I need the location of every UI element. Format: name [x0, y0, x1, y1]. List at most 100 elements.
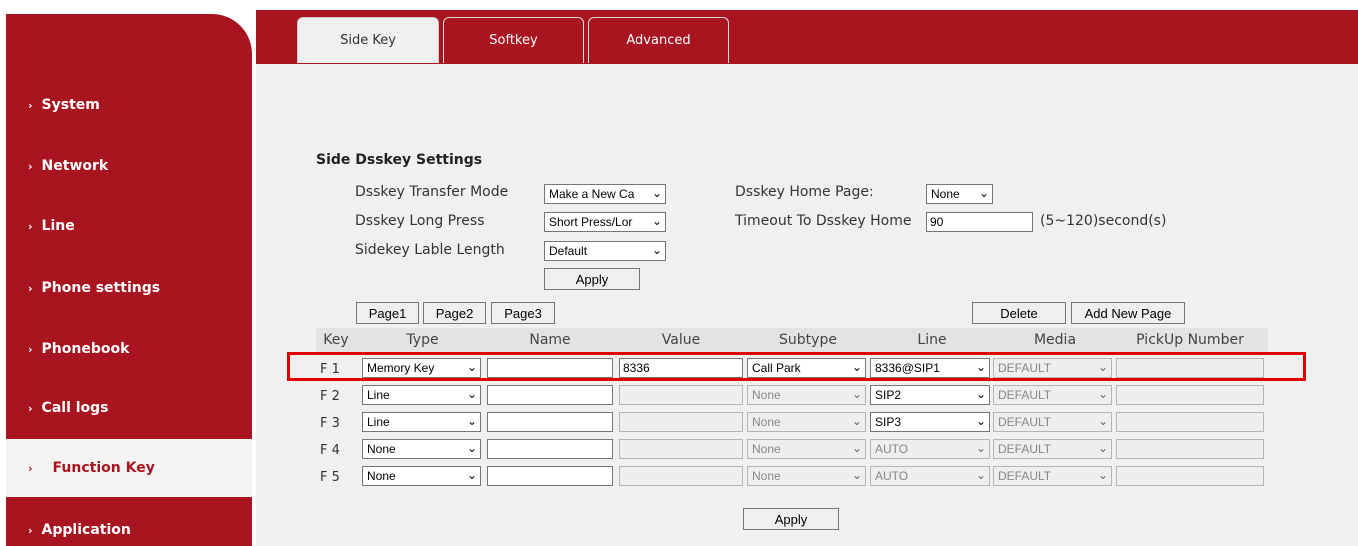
sidebar: › System › Network › Line › Phone settings ›…: [6, 14, 252, 546]
sidebar-item-application[interactable]: › Application: [6, 501, 252, 546]
select-value: None: [367, 442, 396, 456]
line-select[interactable]: SIP2 ⌄: [870, 385, 990, 405]
line-select[interactable]: AUTO ⌄: [870, 466, 990, 486]
type-select[interactable]: None ⌄: [362, 466, 481, 486]
pickup-number-input[interactable]: [1116, 385, 1264, 405]
select-value: AUTO: [875, 442, 909, 456]
section-title: Side Dsskey Settings: [316, 152, 483, 168]
chevron-down-icon: ⌄: [973, 387, 986, 401]
chevron-down-icon: ⌄: [1095, 468, 1108, 482]
value-input[interactable]: [619, 466, 743, 486]
value-input[interactable]: [619, 412, 743, 432]
name-input[interactable]: [487, 466, 613, 486]
chevron-down-icon: ⌄: [464, 387, 477, 401]
tab-label: Side Key: [340, 33, 396, 48]
sidebar-item-label: Line: [41, 218, 75, 234]
delete-page-button[interactable]: Delete: [972, 302, 1066, 324]
select-value: None: [367, 469, 396, 483]
page3-button[interactable]: Page3: [491, 302, 555, 324]
sidebar-item-call-logs[interactable]: › Call logs: [6, 379, 252, 437]
chevron-down-icon: ⌄: [849, 441, 862, 455]
name-input[interactable]: [487, 385, 613, 405]
key-cell: F 4: [320, 443, 340, 458]
chevron-down-icon: ⌄: [464, 468, 477, 482]
chevron-down-icon: ⌄: [1095, 387, 1108, 401]
chevron-down-icon: ⌄: [649, 214, 662, 228]
tab-side-key[interactable]: Side Key: [297, 17, 439, 63]
home-page-select[interactable]: None ⌄: [926, 184, 993, 204]
column-header: Key: [323, 332, 349, 348]
apply-settings-button[interactable]: Apply: [544, 268, 640, 290]
media-select[interactable]: DEFAULT ⌄: [993, 385, 1112, 405]
page1-button[interactable]: Page1: [356, 302, 419, 324]
pickup-number-input[interactable]: [1116, 439, 1264, 459]
subtype-select[interactable]: None ⌄: [747, 439, 866, 459]
chevron-right-icon: ›: [28, 461, 33, 475]
chevron-right-icon: ›: [28, 523, 33, 537]
tab-label: Advanced: [626, 33, 691, 48]
media-select[interactable]: DEFAULT ⌄: [993, 466, 1112, 486]
page2-button[interactable]: Page2: [423, 302, 486, 324]
select-value: Line: [367, 388, 390, 402]
subtype-select[interactable]: None ⌄: [747, 466, 866, 486]
chevron-right-icon: ›: [28, 219, 33, 233]
select-value: None: [931, 187, 960, 201]
chevron-right-icon: ›: [28, 98, 33, 112]
sidebar-item-label: Application: [41, 522, 131, 538]
sidebar-item-function-key[interactable]: › Function Key: [6, 439, 252, 497]
timeout-input[interactable]: 90: [926, 212, 1033, 232]
long-press-select[interactable]: Short Press/Lor ⌄: [544, 212, 666, 232]
select-value: Default: [549, 244, 588, 258]
chevron-down-icon: ⌄: [973, 468, 986, 482]
chevron-down-icon: ⌄: [973, 441, 986, 455]
chevron-down-icon: ⌄: [976, 186, 989, 200]
value-input[interactable]: [619, 385, 743, 405]
sidebar-item-label: Phone settings: [41, 280, 161, 296]
tab-advanced[interactable]: Advanced: [588, 17, 729, 63]
column-header: Subtype: [779, 332, 837, 348]
name-input[interactable]: [487, 412, 613, 432]
sidebar-item-system[interactable]: › System: [6, 76, 252, 134]
type-select[interactable]: Line ⌄: [362, 412, 481, 432]
add-new-page-button[interactable]: Add New Page: [1071, 302, 1185, 324]
transfer-mode-label: Dsskey Transfer Mode: [355, 184, 509, 200]
chevron-right-icon: ›: [28, 401, 33, 415]
line-select[interactable]: SIP3 ⌄: [870, 412, 990, 432]
sidebar-item-label: Call logs: [41, 400, 109, 416]
timeout-label: Timeout To Dsskey Home: [735, 213, 912, 229]
value-input[interactable]: [619, 439, 743, 459]
select-value: DEFAULT: [998, 469, 1052, 483]
long-press-label: Dsskey Long Press: [355, 213, 485, 229]
key-cell: F 3: [320, 416, 340, 431]
line-select[interactable]: AUTO ⌄: [870, 439, 990, 459]
sidebar-item-line[interactable]: › Line: [6, 197, 252, 255]
sidebar-item-network[interactable]: › Network: [6, 137, 252, 195]
select-value: Line: [367, 415, 390, 429]
chevron-down-icon: ⌄: [973, 414, 986, 428]
lable-length-select[interactable]: Default ⌄: [544, 241, 666, 261]
apply-table-button[interactable]: Apply: [743, 508, 839, 530]
sidebar-item-phonebook[interactable]: › Phonebook: [6, 320, 252, 378]
type-select[interactable]: Line ⌄: [362, 385, 481, 405]
select-value: None: [752, 415, 781, 429]
sidebar-item-label: Phonebook: [41, 341, 130, 357]
select-value: DEFAULT: [998, 388, 1052, 402]
tab-softkey[interactable]: Softkey: [443, 17, 584, 63]
chevron-down-icon: ⌄: [464, 441, 477, 455]
name-input[interactable]: [487, 439, 613, 459]
chevron-right-icon: ›: [28, 281, 33, 295]
pickup-number-input[interactable]: [1116, 466, 1264, 486]
transfer-mode-select[interactable]: Make a New Ca ⌄: [544, 184, 666, 204]
column-header: Value: [661, 332, 701, 348]
sidebar-item-label: Network: [41, 158, 109, 174]
sidebar-item-phone-settings[interactable]: › Phone settings: [6, 259, 252, 317]
select-value: SIP3: [875, 415, 902, 429]
media-select[interactable]: DEFAULT ⌄: [993, 439, 1112, 459]
select-value: Make a New Ca: [549, 187, 635, 201]
type-select[interactable]: None ⌄: [362, 439, 481, 459]
subtype-select[interactable]: None ⌄: [747, 385, 866, 405]
pickup-number-input[interactable]: [1116, 412, 1264, 432]
subtype-select[interactable]: None ⌄: [747, 412, 866, 432]
chevron-down-icon: ⌄: [464, 414, 477, 428]
media-select[interactable]: DEFAULT ⌄: [993, 412, 1112, 432]
